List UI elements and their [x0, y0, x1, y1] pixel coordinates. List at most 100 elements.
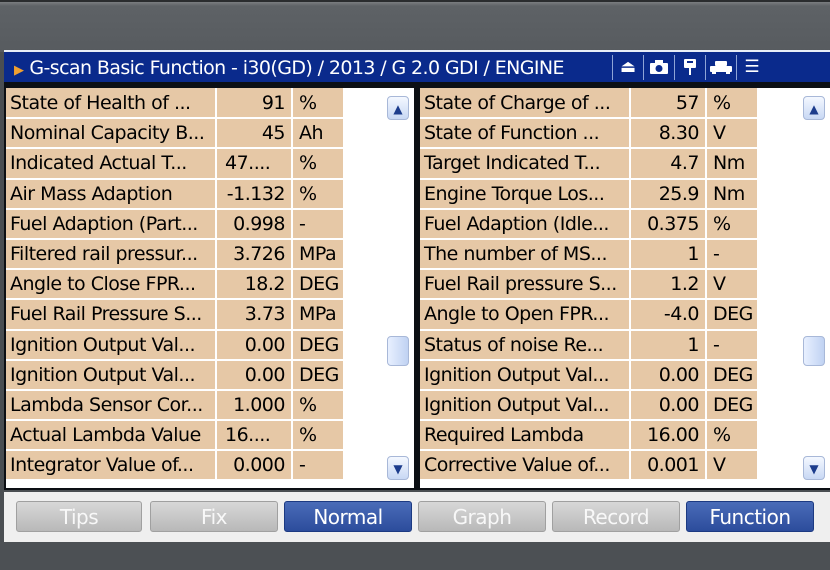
- right-data-table: State of Charge of ... 57% State of Functi…: [420, 88, 759, 482]
- normal-button[interactable]: Normal: [284, 501, 412, 532]
- row-unit: MPa: [292, 299, 345, 331]
- row-unit: -: [292, 450, 345, 482]
- left-data-table: State of Health of ... 91% Nominal Capacit…: [6, 88, 345, 482]
- row-value: 1: [630, 238, 707, 271]
- table-row[interactable]: Ignition Output Val... 0.00 DEG: [420, 359, 759, 391]
- right-scroll-thumb[interactable]: [803, 336, 825, 366]
- row-unit: %: [292, 420, 345, 452]
- car-icon[interactable]: [705, 55, 736, 80]
- table-row[interactable]: Ignition Output Val... 0.00 DEG: [6, 359, 345, 391]
- row-value: 16....: [216, 420, 293, 452]
- row-name: Fuel Rail pressure S...: [420, 269, 631, 301]
- row-value: 1: [630, 329, 707, 361]
- row-unit: Nm: [706, 178, 759, 210]
- row-unit: -: [706, 238, 759, 271]
- function-button[interactable]: Function: [686, 501, 814, 532]
- flag-icon[interactable]: [674, 55, 705, 80]
- row-name: State of Function ...: [420, 118, 631, 150]
- row-unit: MPa: [292, 238, 345, 271]
- table-row[interactable]: Status of noise Re... 1-: [420, 329, 759, 361]
- table-row[interactable]: Fuel Adaption (Part... 0.998-: [6, 208, 345, 240]
- row-unit: %: [292, 148, 345, 180]
- row-value: 0.000: [216, 450, 293, 482]
- table-row[interactable]: Lambda Sensor Cor... 1.000%: [6, 389, 345, 422]
- left-scroll-thumb[interactable]: [387, 336, 409, 366]
- table-row[interactable]: Ignition Output Val... 0.00 DEG: [420, 389, 759, 422]
- row-unit: Nm: [706, 148, 759, 180]
- row-unit: DEG: [706, 359, 759, 391]
- row-unit: -: [292, 208, 345, 240]
- table-row[interactable]: Fuel Rail pressure S... 1.2 V: [420, 269, 759, 301]
- row-name: Required Lambda: [420, 420, 631, 452]
- right-scrollbar[interactable]: ▲ ▼: [802, 90, 826, 486]
- data-panels: State of Health of ... 91% Nominal Capacit…: [4, 82, 830, 490]
- row-unit: Ah: [292, 118, 345, 150]
- row-name: Lambda Sensor Cor...: [6, 389, 217, 422]
- graph-button[interactable]: Graph: [418, 501, 546, 532]
- table-row[interactable]: Filtered rail pressur... 3.726 MPa: [6, 238, 345, 271]
- eject-icon[interactable]: ⏏: [612, 55, 643, 80]
- table-row[interactable]: The number of MS... 1-: [420, 238, 759, 271]
- table-row[interactable]: Required Lambda 16.00%: [420, 420, 759, 452]
- title-bar: ▶ G-scan Basic Function - i30(GD) / 2013 …: [4, 50, 830, 82]
- row-value: 4.7: [630, 148, 707, 180]
- row-name: Fuel Adaption (Part...: [6, 208, 217, 240]
- row-name: Ignition Output Val...: [6, 359, 217, 391]
- right-data-panel: State of Charge of ... 57% State of Functi…: [420, 88, 830, 488]
- table-row[interactable]: Integrator Value of... 0.000-: [6, 450, 345, 482]
- title-arrow-icon: ▶: [14, 63, 24, 78]
- row-value: 16.00: [630, 420, 707, 452]
- tips-button[interactable]: Tips: [16, 501, 142, 532]
- row-name: The number of MS...: [420, 238, 631, 271]
- row-unit: V: [706, 118, 759, 150]
- row-name: Actual Lambda Value: [6, 420, 217, 452]
- row-name: Fuel Adaption (Idle...: [420, 208, 631, 240]
- table-row[interactable]: Nominal Capacity B... 45 Ah: [6, 118, 345, 150]
- row-name: Air Mass Adaption: [6, 178, 217, 210]
- right-scroll-down-icon[interactable]: ▼: [803, 456, 825, 480]
- row-value: 45: [216, 118, 293, 150]
- table-row[interactable]: Ignition Output Val... 0.00 DEG: [6, 329, 345, 361]
- row-name: Integrator Value of...: [6, 450, 217, 482]
- row-name: Angle to Open FPR...: [420, 299, 631, 331]
- left-scroll-down-icon[interactable]: ▼: [387, 456, 409, 480]
- row-value: 1.2: [630, 269, 707, 301]
- row-name: Nominal Capacity B...: [6, 118, 217, 150]
- left-scrollbar[interactable]: ▲ ▼: [386, 90, 410, 486]
- row-unit: DEG: [292, 329, 345, 361]
- table-row[interactable]: Engine Torque Los... 25.9 Nm: [420, 178, 759, 210]
- table-row[interactable]: Corrective Value of... 0.001 V: [420, 450, 759, 482]
- fix-button[interactable]: Fix: [150, 501, 278, 532]
- table-row[interactable]: Actual Lambda Value 16....%: [6, 420, 345, 452]
- record-button[interactable]: Record: [552, 501, 680, 532]
- camera-icon[interactable]: [643, 55, 674, 80]
- row-unit: DEG: [292, 269, 345, 301]
- row-name: Ignition Output Val...: [6, 329, 217, 361]
- table-row[interactable]: Fuel Adaption (Idle... 0.375%: [420, 208, 759, 240]
- row-name: Ignition Output Val...: [420, 359, 631, 391]
- table-row[interactable]: State of Function ... 8.30 V: [420, 118, 759, 150]
- row-name: State of Health of ...: [6, 88, 217, 120]
- row-unit: V: [706, 450, 759, 482]
- row-name: Target Indicated T...: [420, 148, 631, 180]
- table-row[interactable]: Indicated Actual T... 47....%: [6, 148, 345, 180]
- row-value: 0.00: [630, 389, 707, 422]
- table-row[interactable]: Fuel Rail Pressure S... 3.73 MPa: [6, 299, 345, 331]
- menu-icon[interactable]: ☰: [736, 55, 767, 80]
- window-title: ▶ G-scan Basic Function - i30(GD) / 2013 …: [14, 55, 565, 81]
- row-value: 57: [630, 88, 707, 120]
- table-row[interactable]: State of Charge of ... 57%: [420, 88, 759, 120]
- table-row[interactable]: Target Indicated T... 4.7 Nm: [420, 148, 759, 180]
- row-value: 0.001: [630, 450, 707, 482]
- left-scroll-up-icon[interactable]: ▲: [387, 96, 409, 120]
- table-row[interactable]: Angle to Open FPR... -4.0 DEG: [420, 299, 759, 331]
- row-unit: %: [292, 88, 345, 120]
- title-label: G-scan Basic Function - i30(GD) / 2013 /…: [29, 57, 564, 79]
- table-row[interactable]: Angle to Close FPR... 18.2 DEG: [6, 269, 345, 301]
- table-row[interactable]: Air Mass Adaption -1.132%: [6, 178, 345, 210]
- row-name: Fuel Rail Pressure S...: [6, 299, 217, 331]
- row-unit: %: [292, 178, 345, 210]
- right-scroll-up-icon[interactable]: ▲: [803, 96, 825, 120]
- table-row[interactable]: State of Health of ... 91%: [6, 88, 345, 120]
- row-name: Angle to Close FPR...: [6, 269, 217, 301]
